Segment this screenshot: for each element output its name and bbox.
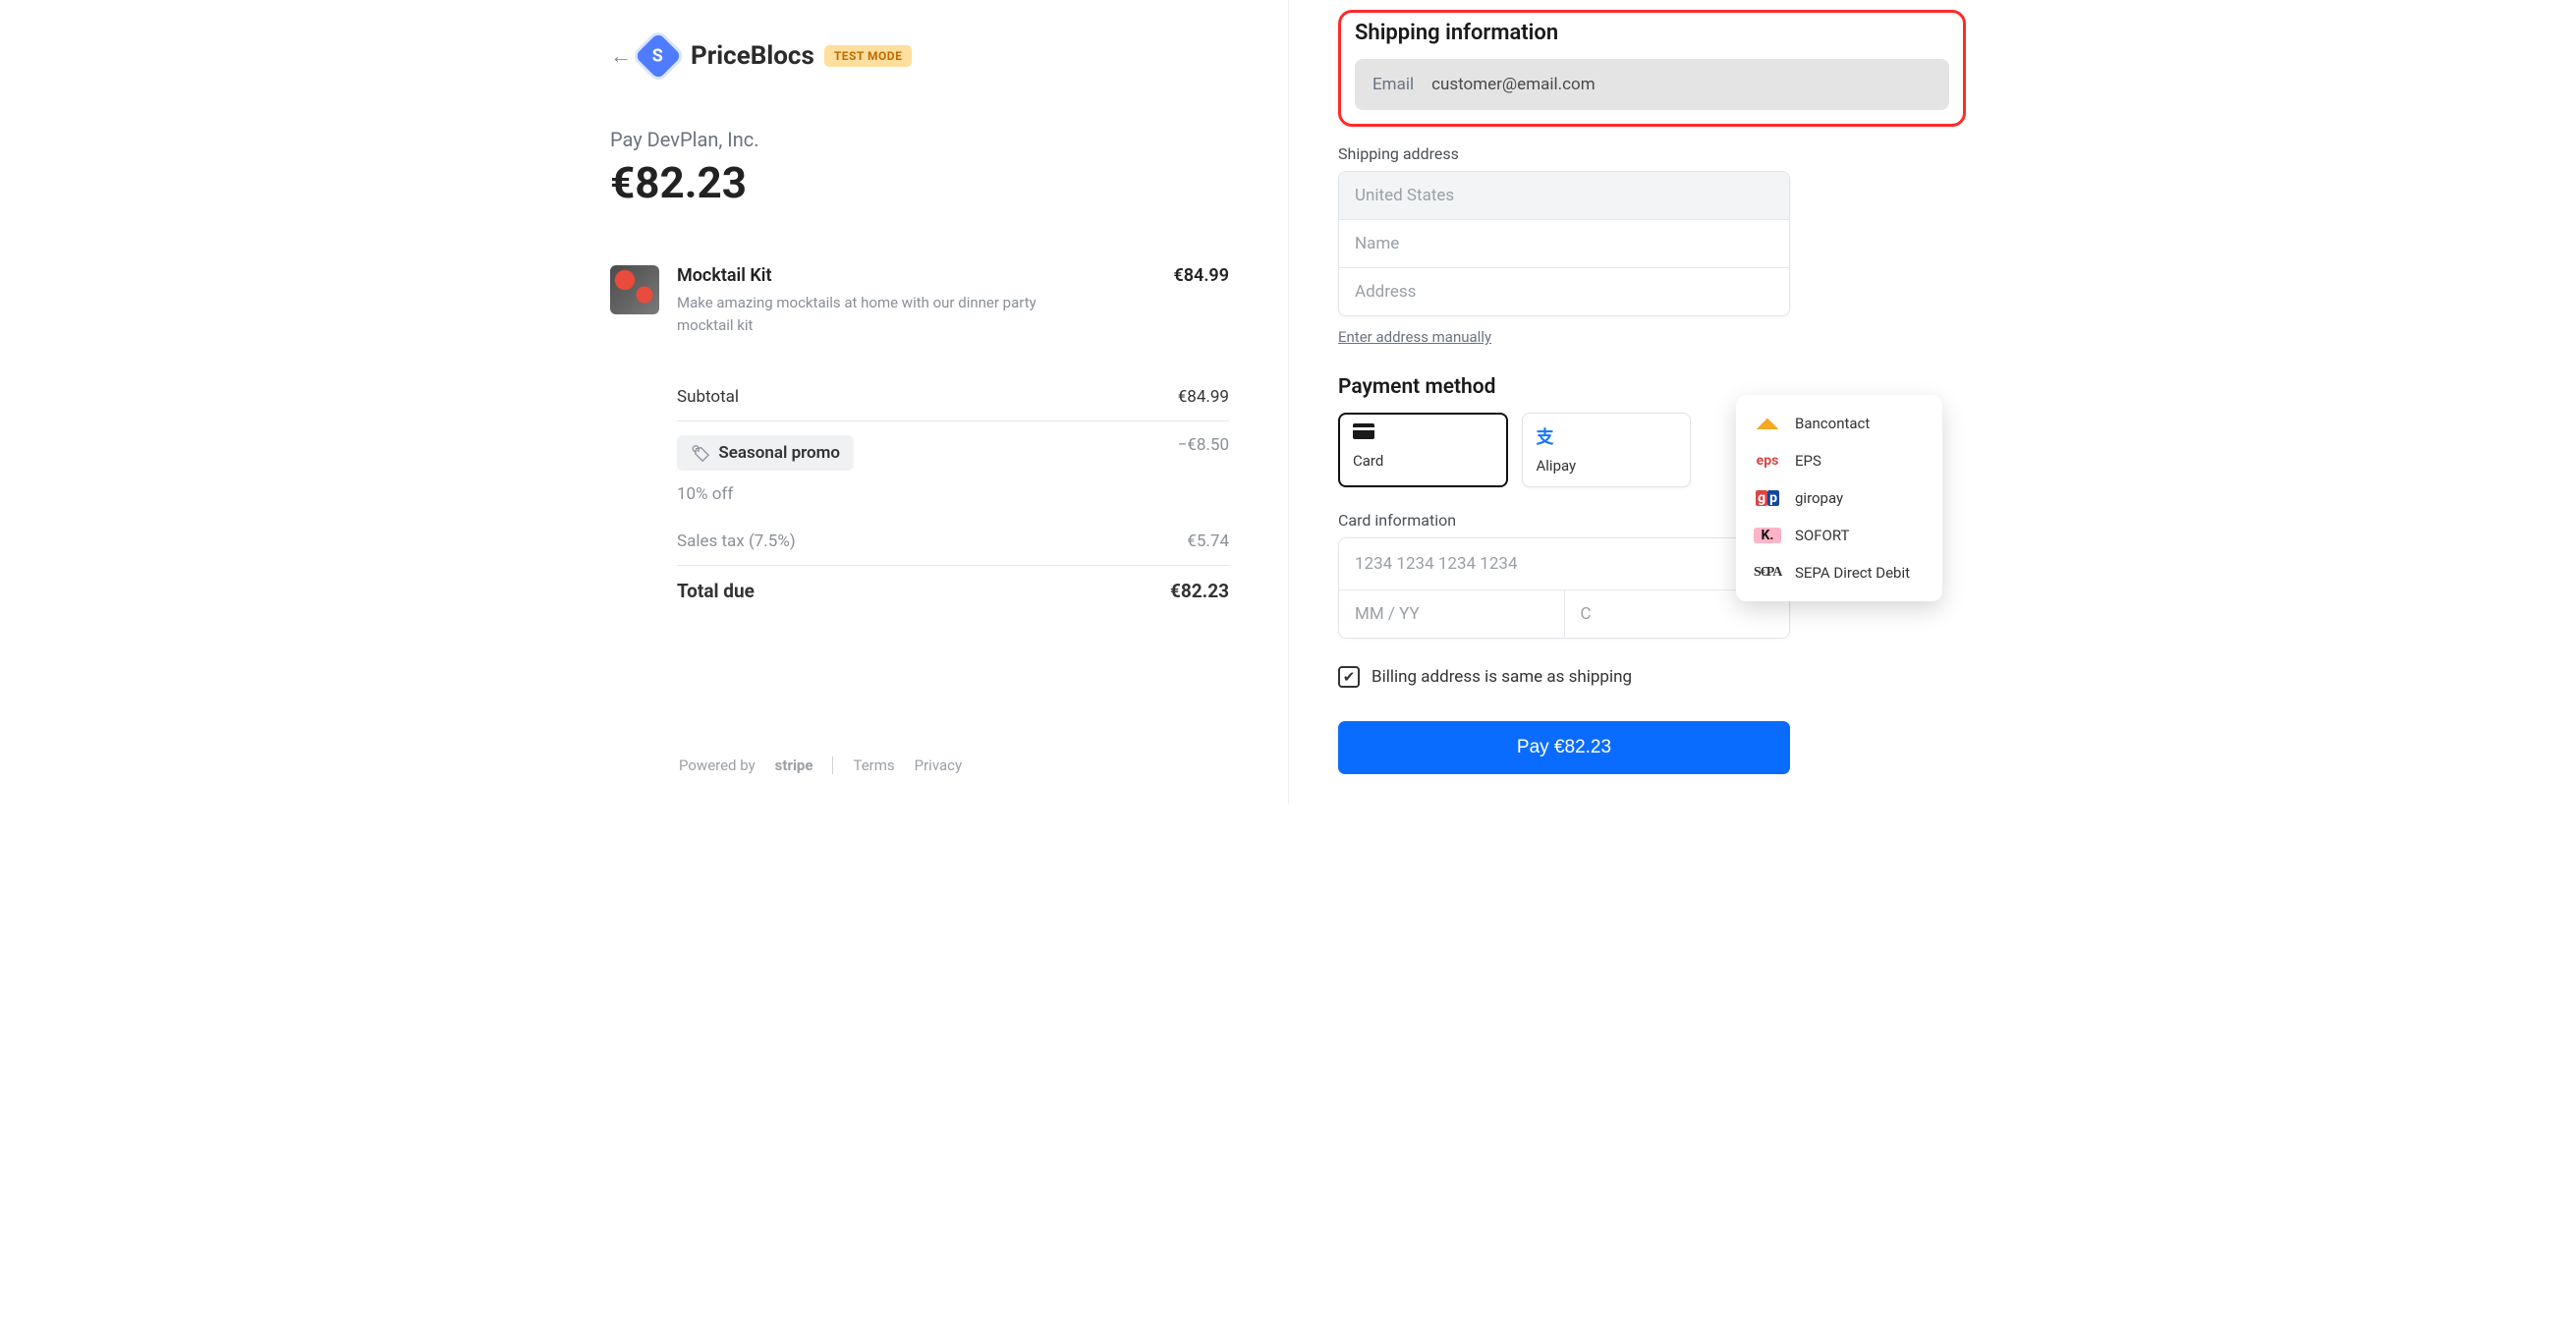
card-expiry-input[interactable]: MM / YY: [1339, 590, 1564, 638]
alipay-tile-label: Alipay: [1537, 457, 1677, 475]
country-select[interactable]: United States: [1339, 172, 1789, 219]
total-value: €82.23: [1170, 580, 1229, 602]
pay-to-label: Pay DevPlan, Inc.: [610, 128, 1229, 151]
pay-button[interactable]: Pay €82.23: [1338, 721, 1790, 774]
payment-tile-card[interactable]: Card: [1338, 413, 1508, 487]
tag-icon: 🏷: [691, 444, 710, 463]
billing-same-checkbox[interactable]: ✔: [1338, 666, 1360, 688]
subtotal-value: €84.99: [1178, 387, 1229, 407]
privacy-link[interactable]: Privacy: [915, 756, 962, 774]
test-mode-badge: TEST MODE: [824, 45, 913, 67]
giropay-icon: gp: [1754, 490, 1781, 506]
item-description: Make amazing mocktails at home with our …: [677, 292, 1050, 336]
payment-methods-popover: ◢◣ Bancontact eps EPS gp giropay K. SOFO…: [1736, 395, 1942, 601]
address-input[interactable]: Address: [1339, 267, 1789, 315]
card-number-input[interactable]: 1234 1234 1234 1234: [1339, 538, 1789, 589]
pm-option-sepa[interactable]: S€PA SEPA Direct Debit: [1736, 554, 1942, 591]
promo-note: 10% off: [677, 484, 733, 504]
card-icon: [1353, 423, 1493, 444]
product-thumbnail: [610, 265, 659, 314]
promo-discount: −€8.50: [1178, 435, 1229, 471]
brand-name: PriceBlocs: [691, 41, 814, 71]
card-info-label: Card information: [1338, 511, 1790, 530]
terms-link[interactable]: Terms: [853, 756, 894, 774]
name-input[interactable]: Name: [1339, 219, 1789, 267]
sepa-icon: S€PA: [1754, 565, 1781, 581]
promo-name: Seasonal promo: [718, 443, 840, 463]
email-display[interactable]: Email customer@email.com: [1355, 59, 1949, 110]
bancontact-icon: ◢◣: [1754, 416, 1781, 431]
email-value: customer@email.com: [1431, 75, 1596, 94]
subtotal-label: Subtotal: [677, 387, 739, 407]
stripe-logo-text: stripe: [775, 756, 813, 774]
pm-option-eps[interactable]: eps EPS: [1736, 442, 1942, 479]
sofort-icon: K.: [1754, 528, 1781, 543]
billing-same-label: Billing address is same as shipping: [1372, 667, 1632, 687]
eps-icon: eps: [1754, 453, 1781, 469]
powered-label: Powered by: [679, 756, 756, 774]
footer-divider: [832, 756, 833, 774]
back-arrow-icon[interactable]: ←: [610, 43, 632, 69]
tax-label: Sales tax (7.5%): [677, 532, 796, 551]
item-title: Mocktail Kit: [677, 265, 772, 286]
shipping-highlight-box: Shipping information Email customer@emai…: [1338, 10, 1966, 127]
amount-total: €82.23: [610, 157, 1229, 208]
tax-value: €5.74: [1187, 532, 1229, 551]
item-price: €84.99: [1173, 265, 1229, 286]
shipping-title: Shipping information: [1355, 21, 1949, 45]
pm-option-sofort[interactable]: K. SOFORT: [1736, 517, 1942, 554]
payment-tile-alipay[interactable]: 支 Alipay: [1522, 413, 1692, 487]
brand-logo: S: [635, 32, 682, 80]
alipay-icon: 支: [1537, 423, 1677, 449]
promo-chip[interactable]: 🏷 Seasonal promo: [677, 435, 854, 471]
email-label: Email: [1372, 75, 1414, 94]
card-tile-label: Card: [1353, 452, 1493, 470]
pm-option-giropay[interactable]: gp giropay: [1736, 479, 1942, 517]
enter-address-manually-link[interactable]: Enter address manually: [1338, 328, 1491, 346]
total-label: Total due: [677, 580, 755, 602]
pm-option-bancontact[interactable]: ◢◣ Bancontact: [1736, 405, 1942, 442]
shipping-address-label: Shipping address: [1338, 144, 1966, 163]
